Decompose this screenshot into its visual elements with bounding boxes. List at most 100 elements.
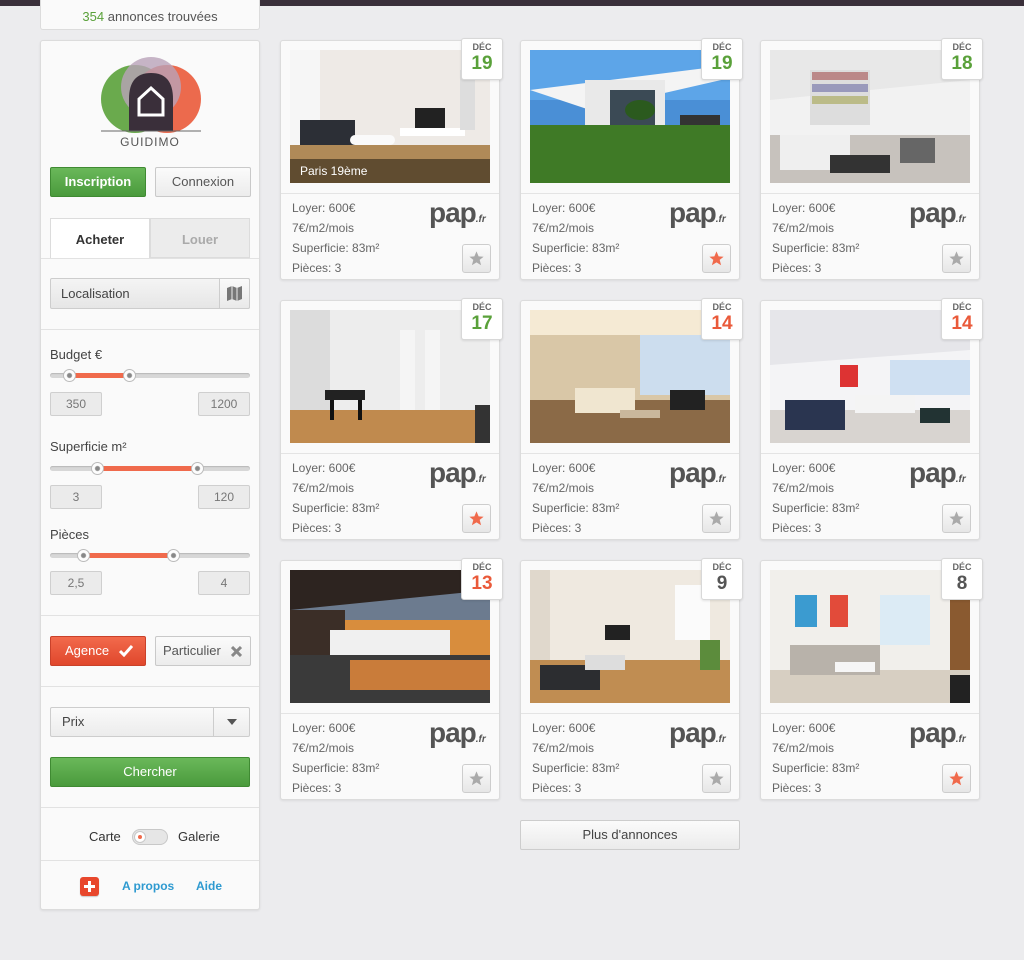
view-toggle[interactable]	[132, 829, 168, 845]
about-link[interactable]: A propos	[122, 879, 174, 893]
listing-surface: Superficie: 83m²	[532, 241, 620, 255]
listing-rooms: Pièces: 3	[292, 521, 342, 535]
pap-logo-main: pap	[909, 457, 957, 488]
rooms-max-field[interactable]: 4	[198, 571, 250, 595]
star-icon	[709, 771, 724, 786]
budget-slider[interactable]	[50, 369, 250, 382]
listing-photo-image	[770, 310, 970, 443]
favorite-button[interactable]	[942, 504, 971, 533]
pap-logo-main: pap	[909, 197, 957, 228]
listing-rent: Loyer: 600€	[532, 721, 596, 735]
divider	[281, 453, 499, 454]
listing-rent: Loyer: 600€	[292, 201, 356, 215]
map-view-label: Carte	[89, 829, 121, 844]
sort-select[interactable]: Prix	[50, 707, 250, 737]
pap-logo-tld: .fr	[475, 214, 486, 225]
listing-card[interactable]: DÉC 14 Loyer: 600€ 7€/m2/mois Superficie: 83…	[520, 298, 743, 540]
pap-logo-tld: .fr	[475, 474, 486, 485]
listing-card[interactable]: DÉC 13 Loyer: 600€ 7€/m2/mois Superficie: 83…	[280, 558, 503, 800]
listing-photo[interactable]	[530, 50, 730, 183]
listing-date-day: 8	[956, 573, 968, 594]
pap-logo: pap.fr	[669, 197, 726, 229]
favorite-button[interactable]	[942, 244, 971, 273]
private-label: Particulier	[163, 643, 221, 658]
listing-rent: Loyer: 600€	[772, 461, 836, 475]
favorite-button[interactable]	[702, 764, 731, 793]
surface-max-field[interactable]: 120	[198, 485, 250, 509]
listing-date-badge: DÉC 14	[701, 298, 743, 340]
listing-card[interactable]: DÉC 8 Loyer: 600€ 7€/m2/mois Superficie: 83m…	[760, 558, 983, 800]
listing-card[interactable]: DÉC 17 Loyer: 600€ 7€/m2/mois Superficie: 83…	[280, 298, 503, 540]
rooms-min-field[interactable]: 2,5	[50, 571, 102, 595]
login-button[interactable]: Connexion	[155, 167, 251, 197]
agency-toggle-button[interactable]: Agence	[50, 636, 146, 666]
private-toggle-button[interactable]: Particulier	[155, 636, 251, 666]
listing-date-day: 9	[716, 573, 728, 594]
star-icon	[709, 511, 724, 526]
favorite-button[interactable]	[462, 244, 491, 273]
listing-surface: Superficie: 83m²	[532, 501, 620, 515]
favorite-button[interactable]	[462, 504, 491, 533]
listing-rent: Loyer: 600€	[772, 721, 836, 735]
help-link[interactable]: Aide	[196, 879, 222, 893]
pap-logo-tld: .fr	[715, 474, 726, 485]
divider	[281, 193, 499, 194]
listing-photo[interactable]	[770, 50, 970, 183]
listing-surface: Superficie: 83m²	[772, 761, 860, 775]
results-count-label: annonces trouvées	[104, 9, 218, 24]
listing-rent: Loyer: 600€	[292, 721, 356, 735]
listing-photo-image	[290, 570, 490, 703]
rooms-slider-min-handle[interactable]	[77, 549, 90, 562]
plus-icon[interactable]	[80, 877, 99, 896]
budget-slider-min-handle[interactable]	[63, 369, 76, 382]
listing-surface: Superficie: 83m²	[292, 761, 380, 775]
star-icon	[949, 251, 964, 266]
listing-rooms: Pièces: 3	[532, 261, 582, 275]
budget-slider-max-handle[interactable]	[123, 369, 136, 382]
listing-photo[interactable]: Paris 19ème	[290, 50, 490, 183]
listing-date-badge: DÉC 19	[701, 38, 743, 80]
more-listings-button[interactable]: Plus d'annonces	[520, 820, 740, 850]
divider	[521, 193, 739, 194]
toggle-handle	[134, 831, 146, 843]
signup-button[interactable]: Inscription	[50, 167, 146, 197]
listing-photo[interactable]	[290, 570, 490, 703]
listing-rent: Loyer: 600€	[772, 201, 836, 215]
listing-card[interactable]: DÉC 19 Loyer: 600€ 7€/m2/mois Superficie: 83…	[520, 38, 743, 280]
listing-photo[interactable]	[770, 310, 970, 443]
listing-price-per-m2: 7€/m2/mois	[532, 481, 595, 495]
surface-slider[interactable]	[50, 462, 250, 475]
listing-card[interactable]: DÉC 9 Loyer: 600€ 7€/m2/mois Superficie: 83m…	[520, 558, 743, 800]
divider	[761, 713, 979, 714]
map-button[interactable]	[219, 278, 250, 309]
favorite-button[interactable]	[702, 244, 731, 273]
listing-price-per-m2: 7€/m2/mois	[772, 221, 835, 235]
divider	[281, 713, 499, 714]
favorite-button[interactable]	[462, 764, 491, 793]
surface-slider-min-handle[interactable]	[91, 462, 104, 475]
rooms-slider[interactable]	[50, 549, 250, 562]
rooms-slider-max-handle[interactable]	[167, 549, 180, 562]
surface-slider-max-handle[interactable]	[191, 462, 204, 475]
listing-date-day: 19	[471, 53, 493, 74]
listing-date-day: 17	[471, 313, 493, 334]
listing-photo[interactable]	[530, 570, 730, 703]
surface-min-field[interactable]: 3	[50, 485, 102, 509]
tab-rent[interactable]: Louer	[150, 218, 250, 258]
listing-photo[interactable]	[290, 310, 490, 443]
listing-rooms: Pièces: 3	[772, 521, 822, 535]
favorite-button[interactable]	[942, 764, 971, 793]
listing-photo[interactable]	[770, 570, 970, 703]
listing-card[interactable]: DÉC 18 Loyer: 600€ 7€/m2/mois Superficie: 83…	[760, 38, 983, 280]
listing-photo-image	[530, 310, 730, 443]
budget-max-field[interactable]: 1200	[198, 392, 250, 416]
budget-min-field[interactable]: 350	[50, 392, 102, 416]
tab-buy[interactable]: Acheter	[50, 218, 150, 258]
search-button[interactable]: Chercher	[50, 757, 250, 787]
favorite-button[interactable]	[702, 504, 731, 533]
listing-card[interactable]: Paris 19ème DÉC 19 Loyer: 600€ 7€/m2/mois Sup…	[280, 38, 503, 280]
listing-card[interactable]: DÉC 14 Loyer: 600€ 7€/m2/mois Superficie: 83…	[760, 298, 983, 540]
listing-date-month: DÉC	[952, 42, 972, 52]
check-icon	[119, 645, 133, 657]
listing-photo[interactable]	[530, 310, 730, 443]
